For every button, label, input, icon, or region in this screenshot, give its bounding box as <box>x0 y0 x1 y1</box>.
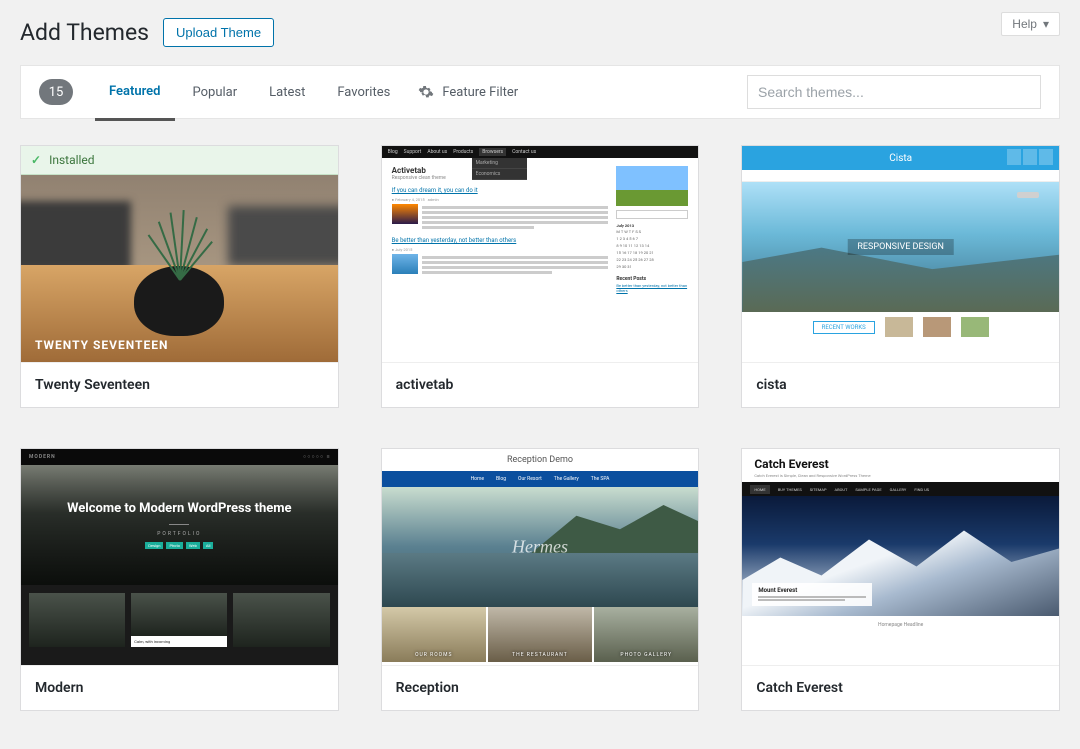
theme-card-cista[interactable]: Cista RESPONSIVE DESIGN RECENT WORKS cis… <box>741 145 1060 408</box>
theme-name: Modern <box>21 665 338 710</box>
theme-name: Twenty Seventeen <box>21 362 338 407</box>
gear-icon <box>418 84 434 100</box>
theme-card-twenty-seventeen[interactable]: ✓ Installed TWENTY SEVENTEEN Twenty Se <box>20 145 339 408</box>
theme-name: Catch Everest <box>742 665 1059 710</box>
feature-filter-label: Feature Filter <box>442 85 518 100</box>
search-box <box>747 75 1041 109</box>
installed-badge: ✓ Installed <box>21 146 338 175</box>
tab-latest[interactable]: Latest <box>255 77 319 108</box>
tab-featured[interactable]: Featured <box>95 76 175 121</box>
theme-name: Reception <box>382 665 699 710</box>
page-title: Add Themes <box>20 19 149 46</box>
upload-theme-button[interactable]: Upload Theme <box>163 18 274 47</box>
theme-name: activetab <box>382 362 699 407</box>
installed-label: Installed <box>49 153 95 167</box>
theme-card-activetab[interactable]: BlogSupportAbout usProductsBrowsersConta… <box>381 145 700 408</box>
theme-card-catch-everest[interactable]: Catch Everest Catch Everest is Simple, C… <box>741 448 1060 711</box>
preview-title: TWENTY SEVENTEEN <box>35 338 168 352</box>
theme-preview: ✓ Installed TWENTY SEVENTEEN <box>21 146 338 362</box>
tab-popular[interactable]: Popular <box>179 77 252 108</box>
theme-card-reception[interactable]: Reception Demo HomeBlogOur ResortThe Gal… <box>381 448 700 711</box>
filter-bar: 15 Featured Popular Latest Favorites Fea… <box>20 65 1060 119</box>
theme-preview: BlogSupportAbout usProductsBrowsersConta… <box>382 146 699 362</box>
theme-name: cista <box>742 362 1059 407</box>
feature-filter-button[interactable]: Feature Filter <box>418 84 518 100</box>
theme-count-badge: 15 <box>39 79 73 105</box>
theme-card-modern[interactable]: MODERN○ ○ ○ ○ ○ ≡ Welcome to Modern Word… <box>20 448 339 711</box>
chevron-down-icon: ▾ <box>1043 17 1049 31</box>
help-button[interactable]: Help ▾ <box>1001 12 1060 36</box>
theme-preview: Reception Demo HomeBlogOur ResortThe Gal… <box>382 449 699 665</box>
theme-preview: MODERN○ ○ ○ ○ ○ ≡ Welcome to Modern Word… <box>21 449 338 665</box>
theme-preview: Cista RESPONSIVE DESIGN RECENT WORKS <box>742 146 1059 362</box>
search-input[interactable] <box>747 75 1041 109</box>
help-label: Help <box>1012 17 1037 31</box>
tab-favorites[interactable]: Favorites <box>323 77 404 108</box>
check-icon: ✓ <box>31 153 41 167</box>
theme-preview: Catch Everest Catch Everest is Simple, C… <box>742 449 1059 665</box>
